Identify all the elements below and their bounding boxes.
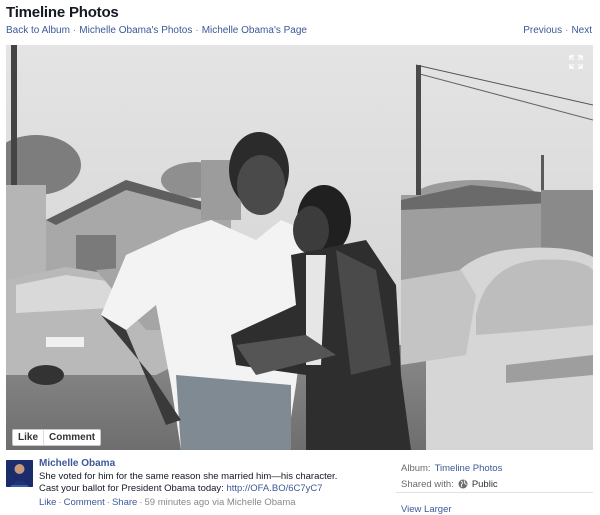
photo-meta: Album: Timeline Photos Shared with: Publ… [401,460,502,492]
post-timestamp: 59 minutes ago via Michelle Obama [144,497,296,508]
photos-link[interactable]: Michelle Obama's Photos [79,25,192,36]
share-link[interactable]: Share [112,497,137,508]
breadcrumb-separator: · [72,25,77,36]
action-separator: · [139,497,143,508]
back-to-album-link[interactable]: Back to Album [6,25,70,36]
expand-icon[interactable] [569,55,583,69]
avatar[interactable] [6,460,33,487]
page-link[interactable]: Michelle Obama's Page [202,25,307,36]
page-title: Timeline Photos [6,4,119,21]
action-separator: · [58,497,62,508]
action-separator: · [106,497,110,508]
comment-link[interactable]: Comment [64,497,105,508]
overlay-comment-button[interactable]: Comment [43,430,100,445]
post-caption: She voted for him for the same reason sh… [39,471,379,495]
caption-text-line1: She voted for him for the same reason sh… [39,471,338,482]
post-actions: Like · Comment · Share · 59 minutes ago via Mi… [39,497,296,508]
privacy-value[interactable]: Public [472,479,498,490]
shared-with-row: Shared with: Public [401,476,502,492]
caption-text-line2: Cast your ballot for President Obama tod… [39,483,227,494]
photo-image [6,45,593,450]
meta-divider [396,492,593,493]
view-larger-link[interactable]: View Larger [401,504,452,515]
avatar-image [6,460,33,487]
post-author[interactable]: Michelle Obama [39,458,115,469]
photo[interactable]: Like Comment [6,45,593,450]
globe-icon [458,479,468,489]
photo-overlay-actions: Like Comment [12,429,102,446]
next-link[interactable]: Next [571,25,592,36]
breadcrumb: Back to Album · Michelle Obama's Photos · Mi… [6,25,307,36]
album-label: Album: [401,462,431,474]
album-row: Album: Timeline Photos [401,460,502,476]
album-link[interactable]: Timeline Photos [435,463,503,474]
breadcrumb-separator: · [195,25,199,36]
shared-with-label: Shared with: [401,478,454,490]
previous-link[interactable]: Previous [523,25,562,36]
caption-link[interactable]: http://OFA.BO/6C7yC7 [226,483,322,494]
overlay-like-button[interactable]: Like [13,430,43,445]
like-link[interactable]: Like [39,497,56,508]
photo-pager: Previous · Next [523,25,592,36]
